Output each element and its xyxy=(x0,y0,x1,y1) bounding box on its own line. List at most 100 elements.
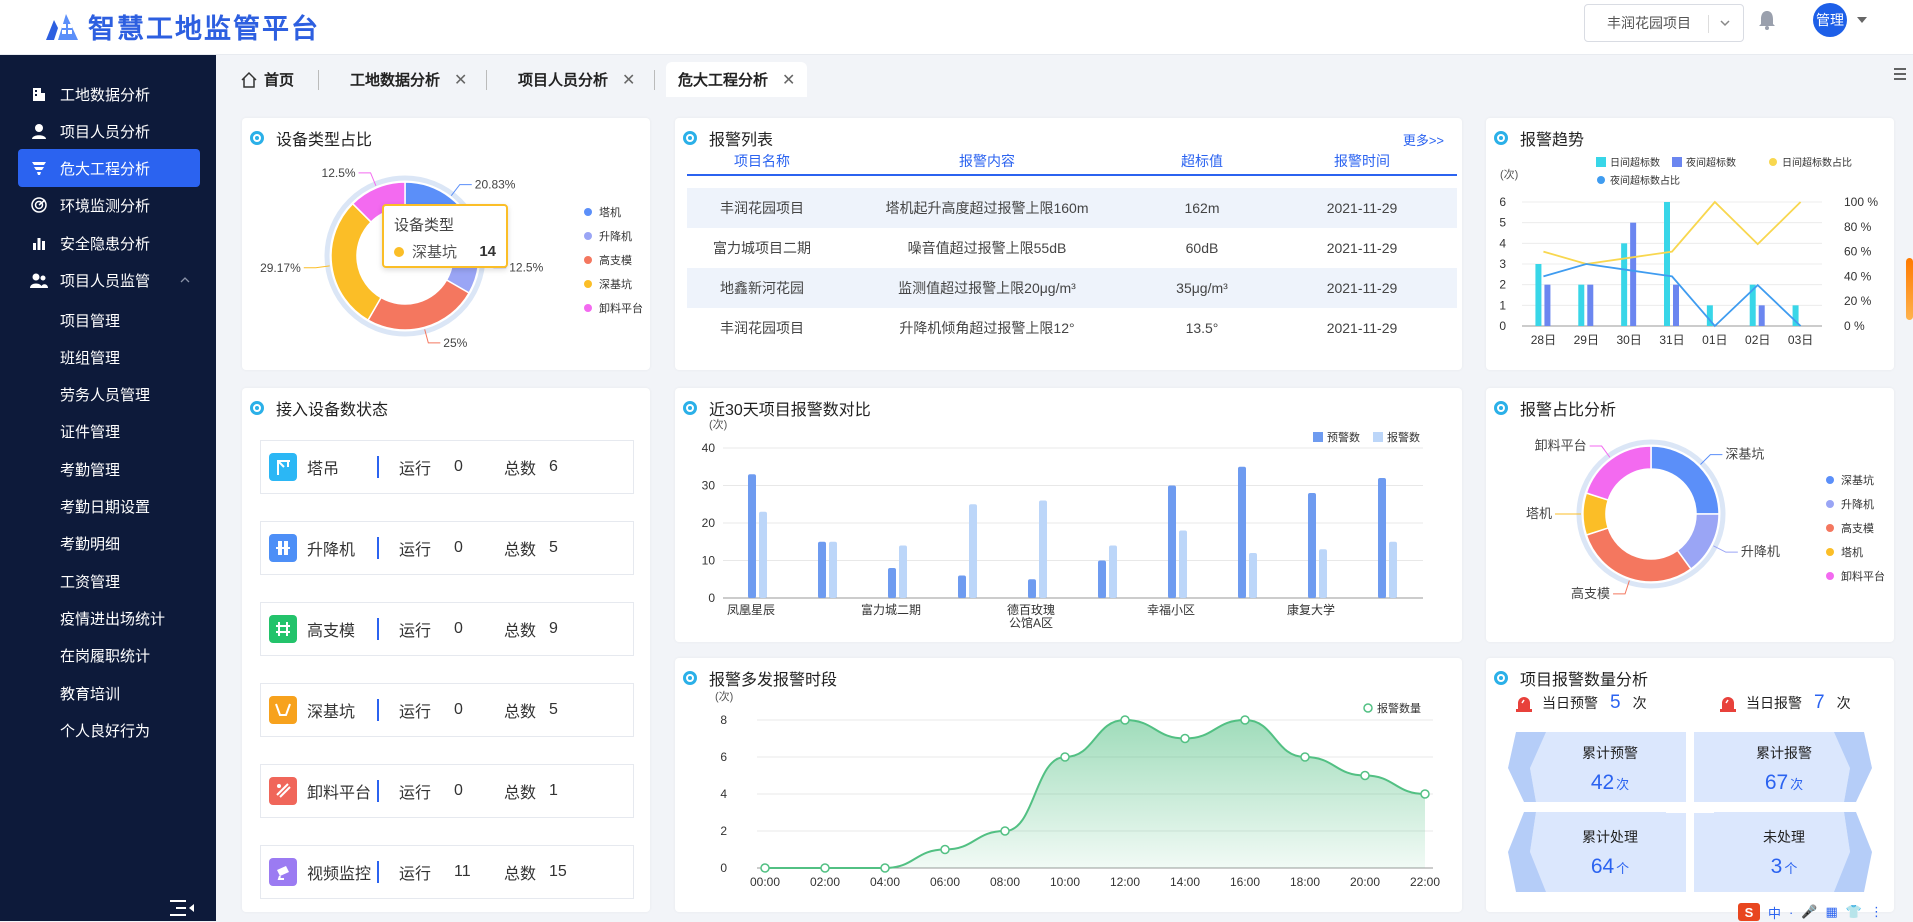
bar[interactable] xyxy=(1168,485,1176,599)
bar[interactable] xyxy=(1758,305,1765,326)
more-link[interactable]: 更多>> xyxy=(1403,130,1444,149)
sidebar-subitem[interactable]: 考勤日期设置 xyxy=(60,492,150,522)
data-point[interactable] xyxy=(1120,715,1130,725)
bar[interactable] xyxy=(1098,560,1106,599)
logo[interactable]: 智慧工地监管平台 xyxy=(44,6,320,46)
sidebar-subitem[interactable]: 班组管理 xyxy=(60,342,120,372)
ime-item[interactable]: 👕 xyxy=(1846,904,1862,920)
close-icon[interactable]: ✕ xyxy=(622,70,635,90)
bar[interactable] xyxy=(1179,530,1187,599)
data-point[interactable] xyxy=(1180,733,1190,744)
sidebar-item-personnel[interactable]: 项目人员分析 xyxy=(18,112,200,150)
ime-item[interactable]: 中 xyxy=(1768,903,1781,922)
legend-item[interactable]: 塔机 xyxy=(584,200,643,224)
legend-item[interactable]: 深基坑 xyxy=(584,272,643,296)
legend-item[interactable]: 升降机 xyxy=(584,224,643,248)
sidebar-subitem[interactable]: 项目管理 xyxy=(60,305,120,335)
device-row[interactable]: 卸料平台 运行 0 总数 1 xyxy=(260,764,634,818)
bar[interactable] xyxy=(969,504,977,598)
tab-home[interactable]: 首页 xyxy=(228,62,306,97)
ime-item[interactable]: ▦ xyxy=(1826,904,1838,920)
device-row[interactable]: 深基坑 运行 0 总数 5 xyxy=(260,683,634,737)
data-point[interactable] xyxy=(1000,826,1010,836)
legend-item[interactable]: 高支模 xyxy=(584,248,643,272)
sidebar-subitem[interactable]: 疫情进出场统计 xyxy=(60,603,165,633)
sidebar-item-environment[interactable]: 环境监测分析 xyxy=(18,186,200,224)
bar[interactable] xyxy=(829,541,837,598)
bar[interactable] xyxy=(1389,541,1397,598)
tab-site-data[interactable]: 工地数据分析 ✕ xyxy=(338,62,479,97)
bar[interactable] xyxy=(1238,466,1246,598)
bar[interactable] xyxy=(1039,500,1047,599)
sidebar-item-personnel-supervision[interactable]: 项目人员监管 xyxy=(18,261,200,299)
menu-icon[interactable] xyxy=(1893,68,1907,80)
bar[interactable] xyxy=(888,568,896,598)
pie-slice[interactable] xyxy=(330,202,383,322)
data-point[interactable] xyxy=(820,863,830,873)
bar[interactable] xyxy=(1630,222,1637,326)
sidebar-item-site-data[interactable]: 工地数据分析 xyxy=(18,75,200,113)
sidebar-subitem[interactable]: 教育培训 xyxy=(60,678,120,708)
pie-slice[interactable] xyxy=(366,278,471,331)
bar[interactable] xyxy=(748,474,756,598)
bar[interactable] xyxy=(1673,284,1679,326)
bar[interactable] xyxy=(1544,284,1551,326)
scroll-indicator[interactable] xyxy=(1906,258,1913,320)
bar[interactable] xyxy=(1308,493,1316,598)
ime-item[interactable]: · xyxy=(1789,905,1793,920)
bar[interactable] xyxy=(1319,549,1327,598)
data-point[interactable] xyxy=(1060,752,1070,762)
pie-slice[interactable] xyxy=(1585,445,1652,502)
ime-item[interactable]: ⋮ xyxy=(1870,904,1883,920)
bell-icon[interactable] xyxy=(1758,9,1776,31)
data-point[interactable] xyxy=(760,863,770,873)
bar[interactable] xyxy=(1664,202,1670,326)
device-row[interactable]: 塔吊 运行 0 总数 6 xyxy=(260,440,634,494)
bar[interactable] xyxy=(818,541,826,598)
bar[interactable] xyxy=(1249,553,1257,598)
legend-item[interactable]: 卸料平台 xyxy=(584,296,643,320)
table-row[interactable]: 地鑫新河花园 监测值超过报警上限20μg/m³ 35μg/m³ 2021-11-29 xyxy=(687,268,1457,308)
chevron-down-icon[interactable] xyxy=(1856,15,1868,25)
table-row[interactable]: 丰润花园项目 塔机起升高度超过报警上限160m 162m 2021-11-29 xyxy=(687,188,1457,228)
bar[interactable] xyxy=(1378,478,1386,598)
sidebar-subitem[interactable]: 个人良好行为 xyxy=(60,715,150,745)
avatar[interactable]: 管理 xyxy=(1813,3,1847,37)
sidebar-item-safety[interactable]: 安全隐患分析 xyxy=(18,224,200,262)
project-select[interactable]: 丰润花园项目 xyxy=(1584,4,1744,42)
bar[interactable] xyxy=(1109,545,1117,599)
sidebar-subitem[interactable]: 工资管理 xyxy=(60,566,120,596)
data-point[interactable] xyxy=(1240,715,1250,725)
tab-dangerous-works[interactable]: 危大工程分析 ✕ xyxy=(666,62,808,97)
data-point[interactable] xyxy=(1360,770,1370,781)
table-row[interactable]: 丰润花园项目 升降机倾角超过报警上限12° 13.5° 2021-11-29 xyxy=(687,308,1457,348)
data-point[interactable] xyxy=(880,863,890,873)
menu-collapse-icon[interactable] xyxy=(170,900,194,916)
pie-slice[interactable] xyxy=(1585,526,1693,583)
bar[interactable] xyxy=(1028,579,1036,598)
bar[interactable] xyxy=(1587,284,1594,326)
bar[interactable] xyxy=(958,575,966,599)
data-point[interactable] xyxy=(940,844,950,855)
data-point[interactable] xyxy=(1420,789,1430,799)
device-row[interactable]: 视频监控 运行 11 总数 15 xyxy=(260,845,634,899)
legend-item[interactable]: 塔机 xyxy=(1826,540,1885,564)
close-icon[interactable]: ✕ xyxy=(454,70,467,90)
sidebar-subitem[interactable]: 劳务人员管理 xyxy=(60,380,150,410)
close-icon[interactable]: ✕ xyxy=(782,70,795,90)
legend-item[interactable]: 深基坑 xyxy=(1826,468,1885,492)
device-row[interactable]: 升降机 运行 0 总数 5 xyxy=(260,521,634,575)
ime-item[interactable]: 🎤 xyxy=(1801,904,1817,920)
ime-logo[interactable]: S xyxy=(1738,903,1760,921)
sidebar-item-dangerous-works[interactable]: 危大工程分析 xyxy=(18,149,200,187)
bar[interactable] xyxy=(1621,243,1628,326)
bar[interactable] xyxy=(899,545,907,599)
sidebar-subitem[interactable]: 在岗履职统计 xyxy=(60,641,150,671)
bar[interactable] xyxy=(759,511,767,598)
legend-item[interactable]: 高支模 xyxy=(1826,516,1885,540)
device-row[interactable]: 高支模 运行 0 总数 9 xyxy=(260,602,634,656)
legend-item[interactable]: 卸料平台 xyxy=(1826,564,1885,588)
table-row[interactable]: 富力城项目二期 噪音值超过报警上限55dB 60dB 2021-11-29 xyxy=(687,228,1457,268)
bar[interactable] xyxy=(1578,284,1585,326)
legend-item[interactable]: 升降机 xyxy=(1826,492,1885,516)
